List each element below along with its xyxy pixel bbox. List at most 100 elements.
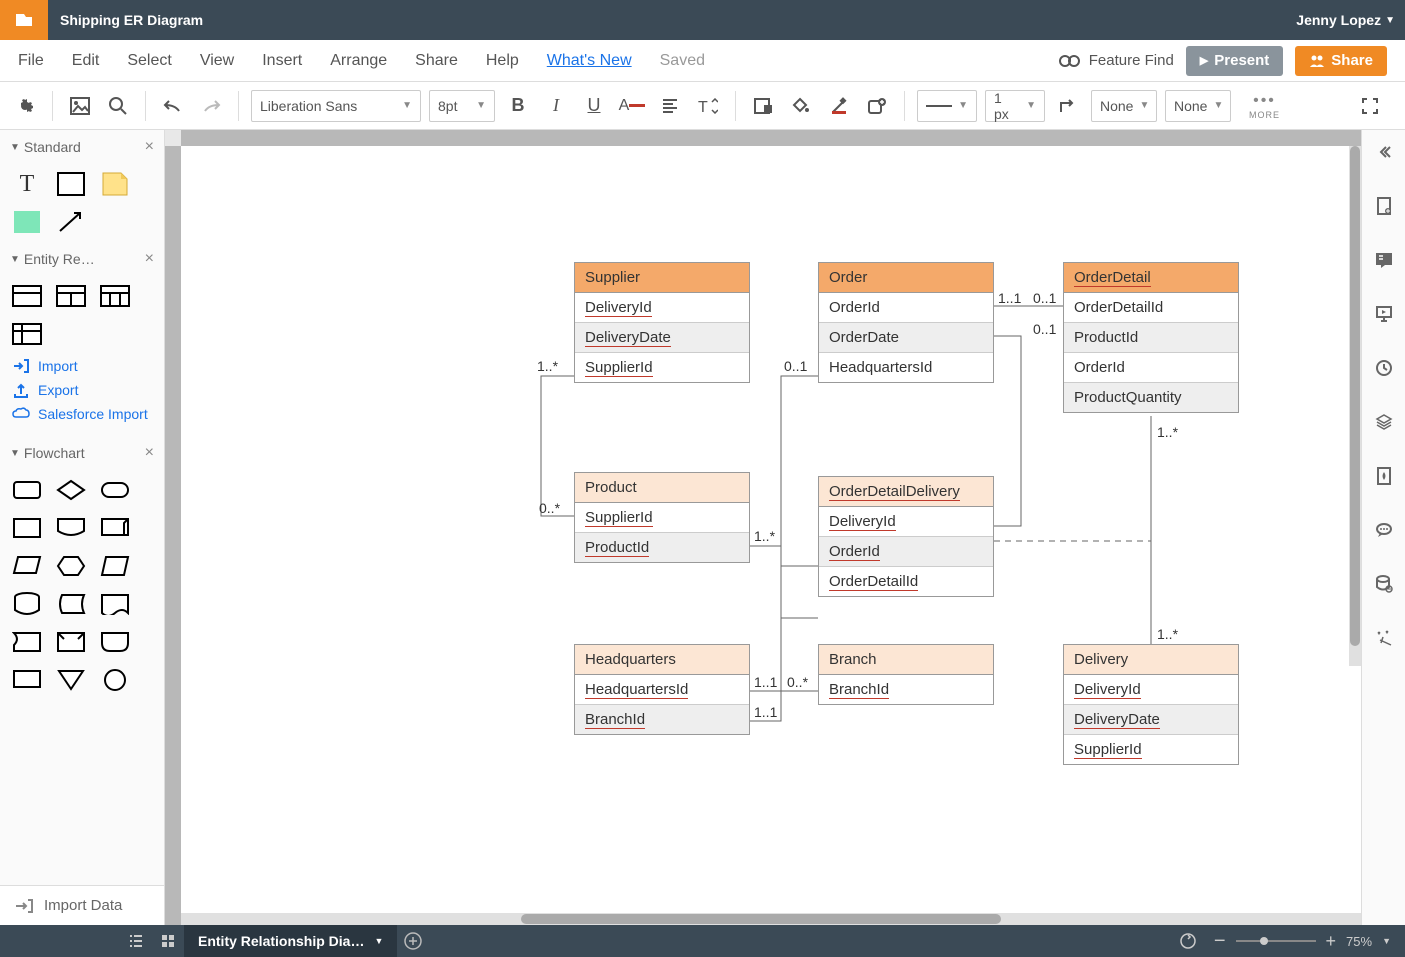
textcolor-icon[interactable]: A — [617, 91, 647, 121]
shape-fc4[interactable] — [10, 514, 44, 542]
shape-arrow[interactable] — [54, 208, 88, 236]
shape-text[interactable]: T — [10, 170, 44, 198]
menu-view[interactable]: View — [200, 52, 234, 70]
zoom-slider[interactable] — [1236, 937, 1316, 945]
entity-order[interactable]: OrderOrderIdOrderDateHeadquartersId — [818, 262, 994, 383]
close-icon[interactable]: × — [145, 250, 154, 268]
shape-fc16[interactable] — [10, 666, 44, 694]
entity-orderdetail[interactable]: OrderDetailOrderDetailIdProductIdOrderId… — [1063, 262, 1239, 413]
fullscreen-icon[interactable] — [1355, 91, 1385, 121]
shape-block[interactable] — [10, 208, 44, 236]
menu-file[interactable]: File — [18, 52, 44, 70]
entity-product[interactable]: ProductSupplierIdProductId — [574, 472, 750, 563]
linestyle-select[interactable]: ▼ — [917, 90, 977, 122]
search-icon[interactable] — [103, 91, 133, 121]
shape-fc1[interactable] — [10, 476, 44, 504]
section-standard[interactable]: ▼Standard× — [0, 130, 164, 164]
add-page-button[interactable] — [397, 932, 429, 950]
close-icon[interactable]: × — [145, 138, 154, 156]
present-icon[interactable] — [1372, 302, 1396, 326]
shape-fc8[interactable] — [54, 552, 88, 580]
magic-icon[interactable] — [1372, 626, 1396, 650]
menu-share[interactable]: Share — [415, 52, 458, 70]
arrowend-select[interactable]: None▼ — [1165, 90, 1231, 122]
menu-arrange[interactable]: Arrange — [330, 52, 387, 70]
history-icon[interactable] — [1372, 356, 1396, 380]
export-link[interactable]: Export — [0, 378, 164, 402]
share-button[interactable]: Share — [1295, 46, 1387, 76]
sync-icon[interactable] — [1172, 925, 1204, 957]
shape-fc12[interactable] — [98, 590, 132, 618]
textsize-icon[interactable]: T — [693, 91, 723, 121]
shape-entity1[interactable] — [10, 282, 44, 310]
fill-icon[interactable] — [786, 91, 816, 121]
redo-icon[interactable] — [196, 91, 226, 121]
shape-entity2[interactable] — [54, 282, 88, 310]
shape-fc10[interactable] — [10, 590, 44, 618]
zoom-in[interactable]: + — [1326, 931, 1337, 952]
shape-fc14[interactable] — [54, 628, 88, 656]
shape-fc17[interactable] — [54, 666, 88, 694]
import-link[interactable]: Import — [0, 354, 164, 378]
settings-icon[interactable] — [10, 91, 40, 121]
shape-fc3[interactable] — [98, 476, 132, 504]
zoom-out[interactable]: − — [1214, 930, 1226, 953]
present-button[interactable]: ▶Present — [1186, 46, 1284, 76]
shape-note[interactable] — [98, 170, 132, 198]
more-button[interactable]: •••MORE — [1249, 92, 1280, 120]
menu-select[interactable]: Select — [127, 52, 171, 70]
import-data-button[interactable]: Import Data — [0, 885, 164, 925]
grid-icon[interactable] — [152, 925, 184, 957]
arrowstart-select[interactable]: None▼ — [1091, 90, 1157, 122]
entity-supplier[interactable]: SupplierDeliveryIdDeliveryDateSupplierId — [574, 262, 750, 383]
canvas[interactable]: SupplierDeliveryIdDeliveryDateSupplierId… — [181, 146, 1361, 925]
align-icon[interactable] — [655, 91, 685, 121]
app-logo[interactable] — [0, 0, 48, 40]
comment-icon[interactable] — [1372, 248, 1396, 272]
shape-fill-icon[interactable] — [748, 91, 778, 121]
fontsize-select[interactable]: 8pt▼ — [429, 90, 495, 122]
menu-help[interactable]: Help — [486, 52, 519, 70]
user-menu[interactable]: Jenny Lopez▼ — [1296, 12, 1395, 28]
page-tab[interactable]: Entity Relationship Dia…▼ — [184, 925, 397, 957]
shape-fc18[interactable] — [98, 666, 132, 694]
salesforce-link[interactable]: Salesforce Import — [0, 402, 164, 426]
section-flowchart[interactable]: ▼Flowchart× — [0, 436, 164, 470]
menu-insert[interactable]: Insert — [262, 52, 302, 70]
undo-icon[interactable] — [158, 91, 188, 121]
section-entity[interactable]: ▼Entity Re…× — [0, 242, 164, 276]
menu-whatsnew[interactable]: What's New — [547, 52, 632, 70]
shape-fc9[interactable] — [98, 552, 132, 580]
entity-orderdetaildelivery[interactable]: OrderDetailDeliveryDeliveryIdOrderIdOrde… — [818, 476, 994, 597]
theme-icon[interactable] — [1372, 464, 1396, 488]
italic-icon[interactable]: I — [541, 91, 571, 121]
layers-icon[interactable] — [1372, 410, 1396, 434]
shape-entity4[interactable] — [10, 320, 44, 348]
shape-rect[interactable] — [54, 170, 88, 198]
border-icon[interactable] — [824, 91, 854, 121]
shape-fc13[interactable] — [10, 628, 44, 656]
data-icon[interactable] — [1372, 572, 1396, 596]
feature-find[interactable]: Feature Find — [1059, 52, 1174, 69]
zoom-level[interactable]: 75% — [1346, 934, 1372, 949]
horizontal-scrollbar[interactable] — [181, 913, 1361, 925]
shape-fc11[interactable] — [54, 590, 88, 618]
shape-fc5[interactable] — [54, 514, 88, 542]
font-select[interactable]: Liberation Sans▼ — [251, 90, 421, 122]
linewidth-select[interactable]: 1 px▼ — [985, 90, 1045, 122]
entity-branch[interactable]: BranchBranchId — [818, 644, 994, 705]
vertical-scrollbar[interactable] — [1349, 146, 1361, 666]
shape-entity3[interactable] — [98, 282, 132, 310]
menu-edit[interactable]: Edit — [72, 52, 100, 70]
shape-fc15[interactable] — [98, 628, 132, 656]
entity-headquarters[interactable]: HeadquartersHeadquartersIdBranchId — [574, 644, 750, 735]
collapse-icon[interactable] — [1372, 140, 1396, 164]
shape-fc7[interactable] — [10, 552, 44, 580]
image-icon[interactable] — [65, 91, 95, 121]
entity-delivery[interactable]: DeliveryDeliveryIdDeliveryDateSupplierId — [1063, 644, 1239, 765]
canvas-area[interactable]: SupplierDeliveryIdDeliveryDateSupplierId… — [165, 130, 1361, 925]
close-icon[interactable]: × — [145, 444, 154, 462]
page-icon[interactable] — [1372, 194, 1396, 218]
bold-icon[interactable]: B — [503, 91, 533, 121]
shape-fc6[interactable] — [98, 514, 132, 542]
